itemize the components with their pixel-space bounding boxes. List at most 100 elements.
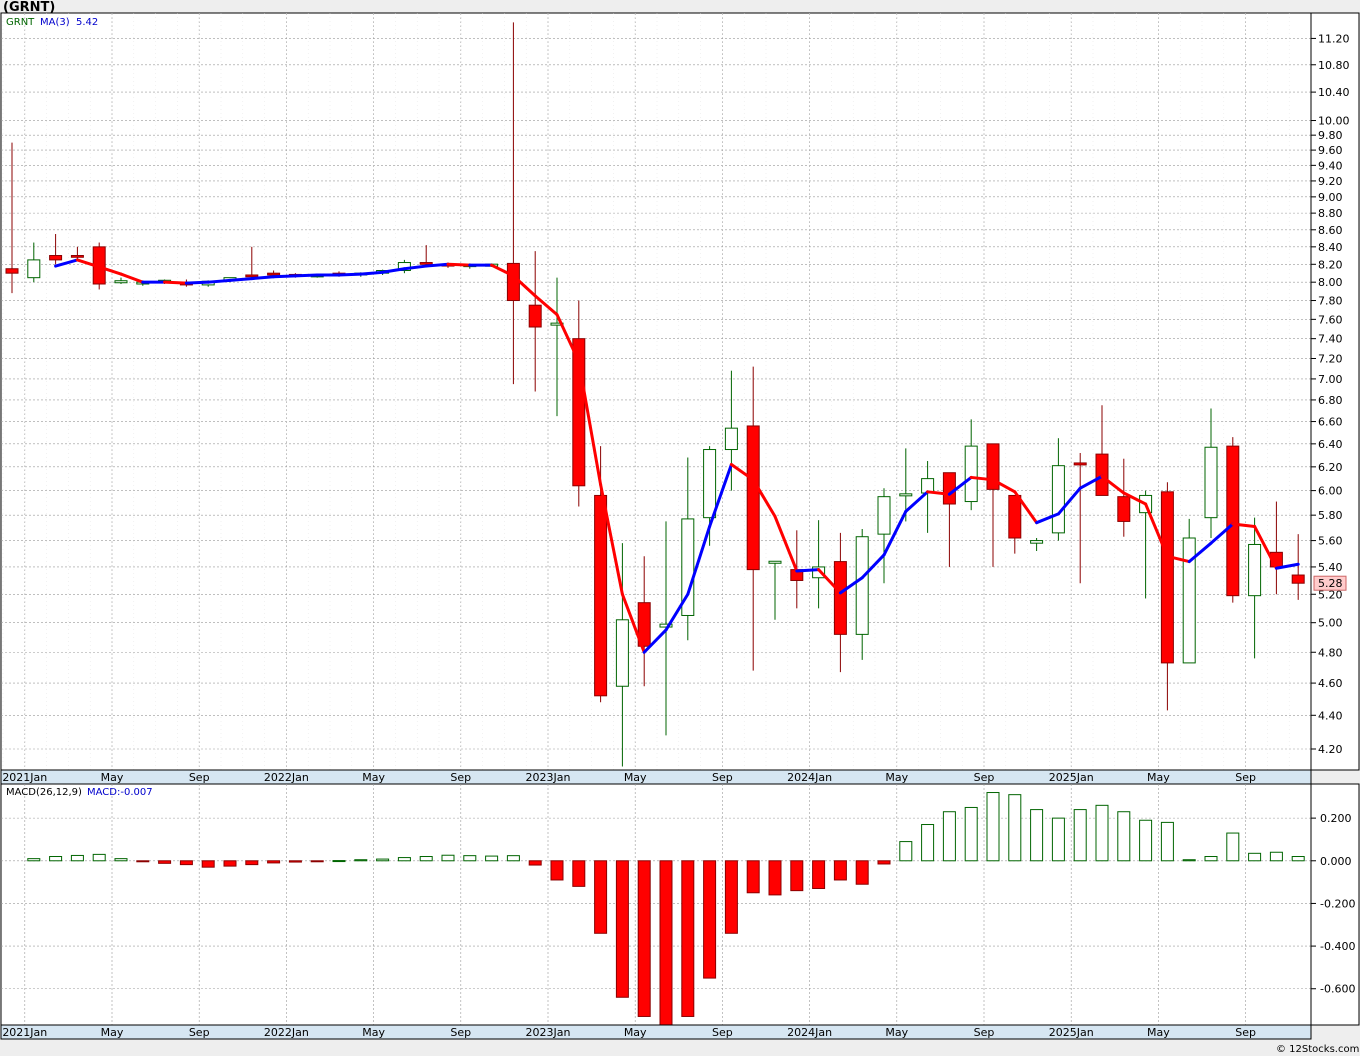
ma-segment: [446, 262, 472, 267]
price-tick-label: 8.20: [1318, 258, 1343, 271]
price-tick-label: 9.40: [1318, 159, 1343, 172]
ma-segment: [359, 270, 385, 276]
x-tick-label-bottom: May: [624, 1026, 647, 1039]
macd-bar: [659, 860, 673, 1026]
macd-bar: [594, 860, 608, 934]
candle-body: [1226, 445, 1240, 597]
x-tick-label-top: 2023Jan: [526, 771, 571, 784]
macd-bar: [528, 860, 542, 866]
macd-bar: [986, 792, 1000, 862]
price-tick-label: 4.20: [1318, 743, 1343, 756]
price-tick-label: 5.40: [1318, 561, 1343, 574]
candle-body: [1248, 543, 1262, 597]
candle-body: [942, 472, 956, 505]
macd-bar: [1291, 856, 1305, 862]
candle-body: [899, 493, 913, 497]
macd-bar: [1073, 809, 1087, 862]
macd-bar: [790, 860, 804, 892]
candle-body: [1073, 462, 1087, 466]
candle: [1182, 518, 1196, 664]
macd-label: MACD(26,12,9): [6, 787, 82, 798]
macd-bar: [114, 858, 128, 862]
macd-bar: [332, 860, 346, 863]
ma-segment: [424, 262, 450, 268]
price-tick-label: 11.20: [1318, 32, 1350, 45]
macd-bar: [572, 860, 586, 887]
x-ticks-top: 2021Jan May Sep 2022Jan May Sep 2023Jan May Sep 2…: [2, 771, 1256, 784]
candle-body: [49, 255, 63, 261]
x-tick-label-bottom: May: [1147, 1026, 1170, 1039]
macd-bar: [637, 860, 651, 1017]
price-tick-label: 7.80: [1318, 295, 1343, 308]
macd-bar: [136, 860, 150, 863]
ma-segment: [206, 278, 232, 284]
candle-body: [833, 561, 847, 635]
macd-bar: [463, 855, 477, 862]
x-tick-label-top: 2021Jan: [2, 771, 47, 784]
candle-body: [703, 449, 717, 519]
x-tick-label-top: 2022Jan: [264, 771, 309, 784]
x-tick-label-bottom: 2023Jan: [526, 1026, 571, 1039]
x-tick-label-bottom: Sep: [974, 1026, 995, 1039]
macd-bar: [158, 860, 172, 864]
candle-body: [70, 255, 84, 258]
candle-body: [1117, 496, 1131, 522]
macd-tick-label: -0.400: [1320, 940, 1355, 953]
macd-bar: [1269, 851, 1283, 862]
candle-body: [615, 619, 629, 687]
candle-body: [114, 280, 128, 284]
x-tick-label-bottom: May: [885, 1026, 908, 1039]
macd-bar: [1160, 821, 1174, 862]
x-tick-label-bottom: 2024Jan: [787, 1026, 832, 1039]
macd-bar: [70, 854, 84, 862]
macd-bar: [223, 860, 237, 867]
candle-body: [1204, 446, 1218, 519]
macd-bar: [1226, 832, 1240, 862]
x-tick-label-top: May: [624, 771, 647, 784]
candle-body: [1291, 574, 1305, 584]
macd-value: MACD:-0.007: [87, 787, 153, 798]
price-tick-label: 9.60: [1318, 144, 1343, 157]
x-tick-label-bottom: Sep: [712, 1026, 733, 1039]
macd-bar: [419, 856, 433, 862]
ma-segment: [795, 568, 821, 573]
price-tick-label: 10.80: [1318, 59, 1350, 72]
macd-bar: [768, 860, 782, 896]
candle-body: [27, 259, 41, 279]
x-tick-label-bottom: May: [101, 1026, 124, 1039]
macd-bar: [550, 860, 564, 881]
price-tick-label: 7.00: [1318, 373, 1343, 386]
price-tick-label: 4.80: [1318, 646, 1343, 659]
x-tick-label-top: Sep: [450, 771, 471, 784]
ticker-label: GRNT: [6, 17, 35, 28]
x-tick-label-top: Sep: [974, 771, 995, 784]
macd-bar: [964, 806, 978, 862]
last-price-badge: 5.28: [1313, 575, 1347, 591]
macd-bar: [877, 860, 891, 865]
candle-body: [267, 272, 281, 276]
macd-bar: [485, 855, 499, 862]
ma-segment: [228, 277, 254, 282]
candle: [1226, 437, 1240, 603]
macd-bar: [397, 857, 411, 862]
macd-bar: [1248, 852, 1262, 862]
x-tick-label-bottom: 2022Jan: [264, 1026, 309, 1039]
price-tick-label: 6.80: [1318, 394, 1343, 407]
x-tick-label-bottom: May: [362, 1026, 385, 1039]
macd-bar: [1030, 809, 1044, 862]
candle-body: [5, 268, 19, 274]
ma-value: 5.42: [76, 17, 98, 28]
macd-bar: [49, 856, 63, 862]
ma-label: MA(3): [40, 17, 70, 28]
macd-bar: [441, 854, 455, 862]
x-tick-label-bottom: Sep: [1235, 1026, 1256, 1039]
macd-bar: [1117, 811, 1131, 862]
x-tick-label-bottom: Sep: [450, 1026, 471, 1039]
price-tick-label: 8.00: [1318, 276, 1343, 289]
x-tick-label-bottom: 2025Jan: [1049, 1026, 1094, 1039]
candle-body: [506, 262, 520, 302]
price-tick-label: 4.60: [1318, 677, 1343, 690]
macd-bar: [1051, 817, 1065, 862]
x-tick-label-top: 2024Jan: [787, 771, 832, 784]
macd-bar: [1139, 819, 1153, 862]
